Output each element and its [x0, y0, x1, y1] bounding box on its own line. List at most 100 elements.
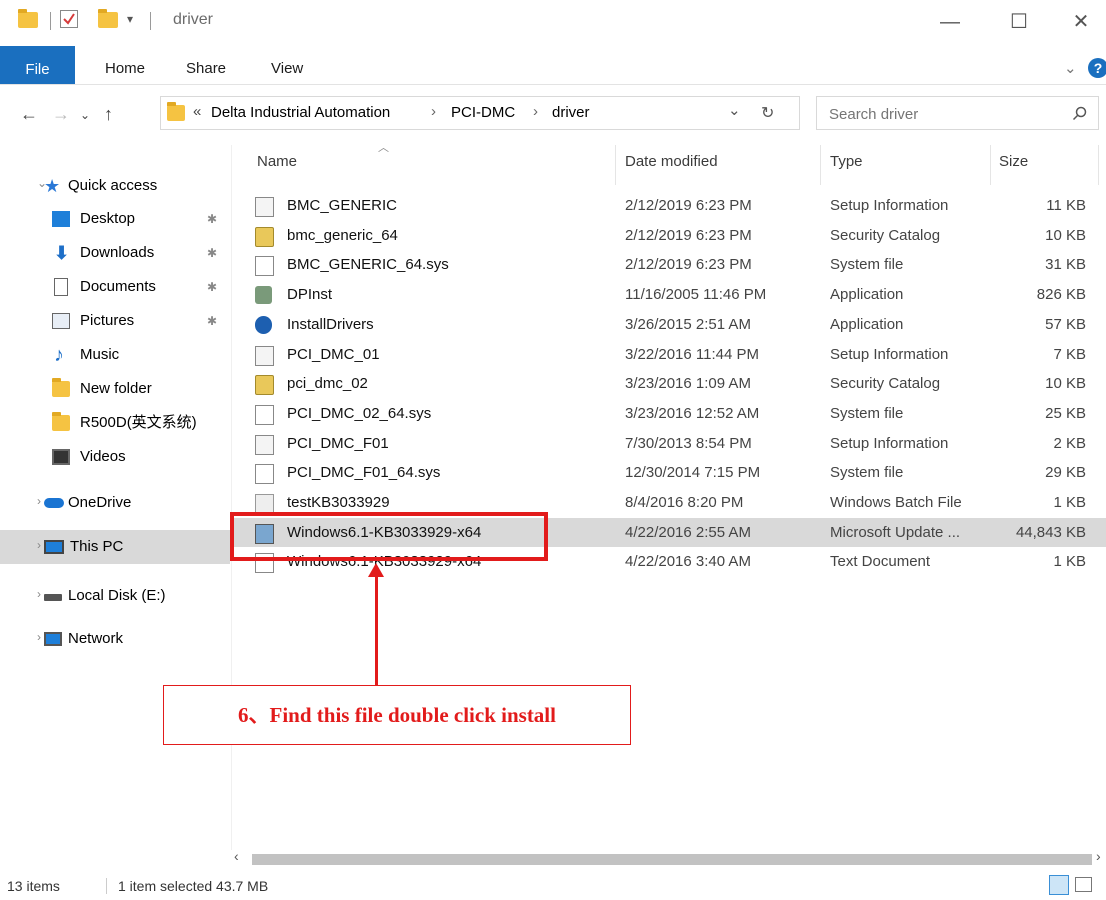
breadcrumb-item[interactable]: Delta Industrial Automation	[211, 104, 390, 121]
file-name: BMC_GENERIC_64.sys	[287, 256, 449, 274]
nav-downloads[interactable]: ⬇ Downloads ✱	[52, 239, 227, 267]
column-divider[interactable]	[820, 145, 821, 185]
nav-desktop[interactable]: Desktop ✱	[52, 205, 227, 233]
table-row[interactable]: BMC_GENERIC 2/12/2019 6:23 PM Setup Inform…	[230, 191, 1106, 220]
nav-onedrive[interactable]: OneDrive	[44, 489, 224, 517]
column-header-date[interactable]: Date modified	[625, 153, 718, 170]
nav-music[interactable]: ♪ Music	[52, 341, 227, 369]
column-header-size[interactable]: Size	[999, 153, 1028, 170]
expand-chevron-icon[interactable]: ›	[37, 538, 41, 552]
scroll-left-icon[interactable]: ‹	[234, 848, 239, 864]
minimize-button[interactable]: —	[935, 8, 965, 36]
pin-icon[interactable]: ✱	[207, 205, 217, 233]
large-icons-view-icon[interactable]	[1075, 877, 1092, 892]
setup-info-icon	[255, 434, 274, 455]
ribbon-expand-chevron-icon[interactable]: ⌄	[1064, 46, 1077, 84]
column-header-type[interactable]: Type	[830, 153, 863, 170]
breadcrumb-separator-icon[interactable]: ›	[431, 103, 436, 120]
breadcrumb-item[interactable]: PCI-DMC	[451, 104, 515, 121]
nav-label: Music	[80, 346, 120, 363]
pin-icon[interactable]: ✱	[207, 239, 217, 267]
scroll-right-icon[interactable]: ›	[1096, 848, 1101, 864]
search-box[interactable]	[816, 96, 1099, 130]
nav-local-disk[interactable]: Local Disk (E:)	[44, 582, 224, 610]
file-size: 1 KB	[1053, 553, 1086, 571]
nav-new-folder[interactable]: New folder	[52, 375, 227, 403]
nav-label: Documents	[80, 278, 156, 295]
file-size: 2 KB	[1053, 434, 1086, 452]
drive-icon	[44, 594, 62, 601]
properties-checkbox-icon[interactable]	[60, 10, 78, 28]
tab-share[interactable]: Share	[186, 46, 226, 84]
address-dropdown-icon[interactable]: ⌄	[728, 101, 741, 119]
table-row[interactable]: DPInst 11/16/2005 11:46 PM Application 826 …	[230, 280, 1106, 309]
film-icon	[52, 449, 70, 465]
pin-icon[interactable]: ✱	[207, 307, 217, 335]
divider	[106, 878, 107, 894]
table-row[interactable]: PCI_DMC_F01_64.sys 12/30/2014 7:15 PM Syst…	[230, 458, 1106, 487]
tab-view[interactable]: View	[271, 46, 303, 84]
nav-pictures[interactable]: Pictures ✱	[52, 307, 227, 335]
help-icon[interactable]: ?	[1088, 58, 1106, 78]
up-arrow-icon[interactable]: ↑	[104, 104, 113, 125]
column-divider[interactable]	[615, 145, 616, 185]
table-row[interactable]: pci_dmc_02 3/23/2016 1:09 AM Security Cata…	[230, 369, 1106, 398]
file-name: bmc_generic_64	[287, 226, 398, 244]
nav-this-pc[interactable]: This PC	[44, 533, 224, 561]
file-size: 44,843 KB	[1015, 523, 1086, 541]
details-view-icon[interactable]	[1049, 875, 1069, 895]
file-name: BMC_GENERIC	[287, 197, 398, 214]
ribbon-tabs: File Home Share View ⌄ ?	[0, 46, 1106, 85]
file-name: PCI_DMC_02_64.sys	[287, 404, 432, 422]
file-type: System file	[830, 464, 904, 482]
scrollbar-thumb[interactable]	[252, 854, 1092, 865]
breadcrumb-item[interactable]: driver	[552, 104, 590, 121]
column-divider[interactable]	[1098, 145, 1099, 185]
pin-icon[interactable]: ✱	[207, 273, 217, 301]
nav-label: Pictures	[80, 312, 135, 329]
expand-chevron-icon[interactable]: ›	[37, 630, 41, 644]
nav-label: Downloads	[80, 244, 155, 261]
expand-chevron-icon[interactable]: ›	[37, 587, 41, 601]
file-type: System file	[830, 256, 904, 274]
column-divider[interactable]	[990, 145, 991, 185]
file-type: Security Catalog	[830, 226, 941, 244]
download-arrow-icon: ⬇	[54, 243, 70, 263]
back-arrow-icon[interactable]: ←	[20, 104, 38, 125]
file-type: Microsoft Update ...	[830, 523, 961, 541]
table-row[interactable]: bmc_generic_64 2/12/2019 6:23 PM Security …	[230, 221, 1106, 250]
dpinst-app-icon	[255, 286, 272, 305]
file-size: 7 KB	[1053, 345, 1086, 363]
nav-r500d-folder[interactable]: R500D(英文系统)	[52, 409, 227, 437]
forward-arrow-icon[interactable]: →	[52, 104, 70, 125]
new-folder-icon[interactable]	[98, 9, 118, 28]
close-button[interactable]: ✕	[1066, 8, 1096, 36]
expand-chevron-icon[interactable]: ›	[37, 494, 41, 508]
breadcrumb-separator-icon[interactable]: ›	[533, 103, 538, 120]
file-size: 10 KB	[1045, 226, 1086, 244]
table-row[interactable]: PCI_DMC_02_64.sys 3/23/2016 12:52 AM Syste…	[230, 399, 1106, 428]
column-header-name[interactable]: Name	[257, 153, 297, 170]
security-catalog-icon	[255, 375, 274, 396]
table-row[interactable]: PCI_DMC_01 3/22/2016 11:44 PM Setup Inform…	[230, 340, 1106, 369]
nav-documents[interactable]: Documents ✱	[52, 273, 227, 301]
breadcrumb-overflow-icon[interactable]: «	[193, 103, 201, 120]
recent-locations-chevron-icon[interactable]: ⌄	[80, 108, 90, 122]
table-row[interactable]: PCI_DMC_F01 7/30/2013 8:54 PM Setup Inform…	[230, 429, 1106, 458]
search-icon[interactable]	[1072, 106, 1087, 121]
system-file-icon	[255, 404, 274, 425]
table-row[interactable]: BMC_GENERIC_64.sys 2/12/2019 6:23 PM Syste…	[230, 250, 1106, 279]
nav-network[interactable]: Network	[44, 625, 224, 653]
folder-icon	[52, 412, 70, 431]
address-bar[interactable]: « Delta Industrial Automation › PCI-DMC …	[160, 96, 800, 130]
qat-dropdown-icon[interactable]: ▾	[127, 12, 133, 26]
tab-home[interactable]: Home	[105, 46, 145, 84]
tab-file[interactable]: File	[0, 46, 75, 84]
horizontal-scrollbar[interactable]: ‹ ›	[230, 848, 1106, 868]
refresh-icon[interactable]: ↻	[761, 103, 774, 123]
search-input[interactable]	[827, 103, 1061, 125]
file-type: Setup Information	[830, 345, 949, 363]
table-row[interactable]: InstallDrivers 3/26/2015 2:51 AM Applicati…	[230, 310, 1106, 339]
nav-videos[interactable]: Videos	[52, 443, 227, 471]
maximize-button[interactable]: ☐	[1004, 8, 1034, 36]
